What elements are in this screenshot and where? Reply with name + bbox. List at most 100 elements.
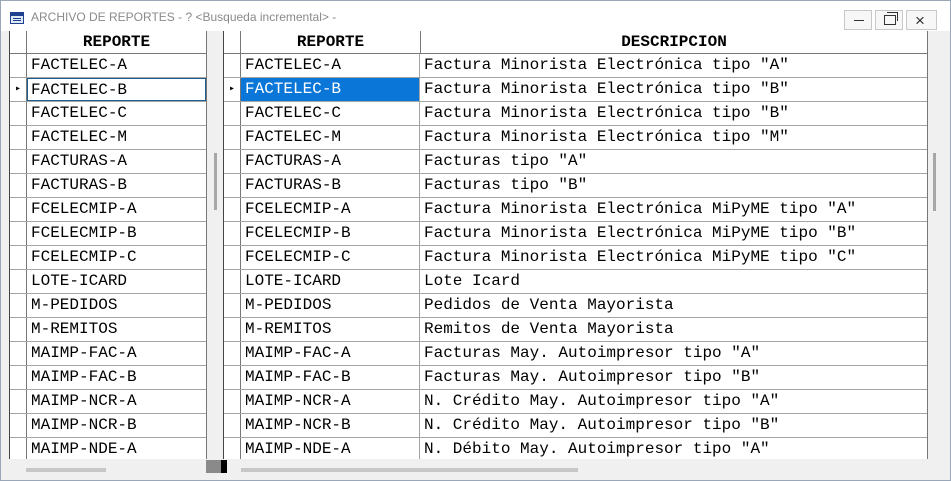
row-indicator[interactable] [224,366,241,389]
right-report-column-header[interactable]: REPORTE [241,31,421,54]
description-cell[interactable]: Factura Minorista Electrónica tipo "A" [420,54,927,77]
row-indicator[interactable] [10,150,27,173]
description-cell[interactable]: N. Crédito May. Autoimpresor tipo "A" [420,390,927,413]
right-table-row[interactable]: ▸ FACTELEC-B Factura Minorista Electrónica… [224,78,927,102]
report-code-cell[interactable]: MAIMP-NCR-B [241,414,420,437]
right-table-row[interactable]: M-PEDIDOS Pedidos de Venta Mayorista [224,294,927,318]
left-table-row[interactable]: FACTELEC-A [10,54,206,78]
row-indicator[interactable] [10,126,27,149]
right-table-row[interactable]: FACTURAS-B Facturas tipo "B" [224,174,927,198]
left-report-column-header[interactable]: REPORTE [27,31,206,54]
row-indicator[interactable] [10,222,27,245]
left-report-cell[interactable]: FCELECMIP-B [27,222,206,245]
right-table-row[interactable]: LOTE-ICARD Lote Icard [224,270,927,294]
left-report-grid[interactable]: REPORTE FACTELEC-A ▸ FACTELEC-B FACTELEC-C F… [9,31,207,459]
description-cell[interactable]: Factura Minorista Electrónica tipo "B" [420,102,927,125]
row-indicator[interactable] [224,246,241,269]
description-cell[interactable]: N. Débito May. Autoimpresor tipo "A" [420,438,927,459]
row-indicator[interactable] [224,438,241,459]
left-table-row[interactable]: FCELECMIP-B [10,222,206,246]
right-horizontal-scrollbar[interactable] [241,468,578,472]
right-table-row[interactable]: FCELECMIP-A Factura Minorista Electrónica… [224,198,927,222]
row-indicator[interactable] [10,294,27,317]
report-code-cell[interactable]: FCELECMIP-C [241,246,420,269]
row-indicator[interactable] [224,54,241,77]
description-cell[interactable]: Facturas May. Autoimpresor tipo "B" [420,366,927,389]
grid-splitter-handle[interactable] [206,460,222,473]
row-indicator[interactable] [224,318,241,341]
close-button[interactable]: × [906,10,937,30]
description-cell[interactable]: Facturas tipo "B" [420,174,927,197]
row-indicator[interactable] [10,318,27,341]
left-table-row[interactable]: FCELECMIP-A [10,198,206,222]
row-indicator[interactable] [10,414,27,437]
left-table-row[interactable]: LOTE-ICARD [10,270,206,294]
left-report-cell[interactable]: MAIMP-FAC-B [27,366,206,389]
right-table-row[interactable]: FCELECMIP-C Factura Minorista Electrónica… [224,246,927,270]
right-table-row[interactable]: FCELECMIP-B Factura Minorista Electrónica… [224,222,927,246]
row-indicator[interactable] [10,270,27,293]
report-code-cell[interactable]: MAIMP-NCR-A [241,390,420,413]
left-table-row[interactable]: FCELECMIP-C [10,246,206,270]
left-table-row[interactable]: ▸ FACTELEC-B [10,78,206,102]
right-table-row[interactable]: MAIMP-NDE-A N. Débito May. Autoimpresor t… [224,438,927,459]
right-table-row[interactable]: MAIMP-NCR-B N. Crédito May. Autoimpresor … [224,414,927,438]
row-indicator[interactable] [10,102,27,125]
left-report-cell[interactable]: FACTURAS-B [27,174,206,197]
row-indicator[interactable] [10,390,27,413]
right-table-row[interactable]: MAIMP-FAC-B Facturas May. Autoimpresor ti… [224,366,927,390]
row-indicator[interactable] [224,150,241,173]
left-table-row[interactable]: FACTELEC-C [10,102,206,126]
left-report-cell[interactable]: FCELECMIP-C [27,246,206,269]
report-code-cell[interactable]: FACTELEC-M [241,126,420,149]
row-indicator[interactable] [224,222,241,245]
row-indicator[interactable] [10,198,27,221]
row-indicator[interactable] [224,342,241,365]
left-table-row[interactable]: M-PEDIDOS [10,294,206,318]
left-report-cell[interactable]: MAIMP-NCR-B [27,414,206,437]
report-code-cell[interactable]: FCELECMIP-A [241,198,420,221]
report-code-cell[interactable]: FACTELEC-A [241,54,420,77]
right-table-row[interactable]: MAIMP-NCR-A N. Crédito May. Autoimpresor … [224,390,927,414]
row-indicator[interactable] [10,438,27,459]
description-cell[interactable]: Factura Minorista Electrónica MiPyME tip… [420,246,927,269]
row-indicator[interactable] [224,270,241,293]
left-report-cell[interactable]: MAIMP-NDE-A [27,438,206,459]
description-column-header[interactable]: DESCRIPCION [421,31,927,54]
report-code-cell[interactable]: MAIMP-FAC-B [241,366,420,389]
left-table-row[interactable]: MAIMP-NDE-A [10,438,206,459]
left-report-cell[interactable]: M-REMITOS [27,318,206,341]
left-table-row[interactable]: FACTELEC-M [10,126,206,150]
right-table-row[interactable]: FACTURAS-A Facturas tipo "A" [224,150,927,174]
description-cell[interactable]: Facturas tipo "A" [420,150,927,173]
left-table-row[interactable]: FACTURAS-A [10,150,206,174]
row-indicator[interactable] [224,198,241,221]
left-report-cell[interactable]: FACTELEC-B [27,78,206,101]
description-cell[interactable]: Facturas May. Autoimpresor tipo "A" [420,342,927,365]
right-table-row[interactable]: FACTELEC-A Factura Minorista Electrónica … [224,54,927,78]
right-table-row[interactable]: M-REMITOS Remitos de Venta Mayorista [224,318,927,342]
description-cell[interactable]: Pedidos de Venta Mayorista [420,294,927,317]
description-cell[interactable]: Remitos de Venta Mayorista [420,318,927,341]
report-code-cell[interactable]: M-REMITOS [241,318,420,341]
report-code-cell[interactable]: MAIMP-NDE-A [241,438,420,459]
report-code-cell[interactable]: FACTELEC-B [241,78,420,101]
right-vertical-scroll-thumb[interactable] [933,153,936,211]
row-indicator[interactable] [224,414,241,437]
grid-splitter-marker[interactable] [221,460,227,473]
report-code-cell[interactable]: FACTELEC-C [241,102,420,125]
row-indicator[interactable] [224,294,241,317]
title-bar[interactable]: ARCHIVO DE REPORTES - ? <Busqueda increm… [1,1,950,31]
row-indicator[interactable]: ▸ [224,78,241,101]
left-report-cell[interactable]: FCELECMIP-A [27,198,206,221]
row-indicator[interactable]: ▸ [10,78,27,101]
left-table-row[interactable]: FACTURAS-B [10,174,206,198]
description-cell[interactable]: Factura Minorista Electrónica tipo "B" [420,78,927,101]
row-indicator[interactable] [10,54,27,77]
left-report-cell[interactable]: FACTELEC-M [27,126,206,149]
left-vertical-scroll-thumb[interactable] [214,153,217,210]
description-cell[interactable]: Factura Minorista Electrónica tipo "M" [420,126,927,149]
row-indicator[interactable] [224,126,241,149]
minimize-button[interactable] [844,10,872,30]
left-report-cell[interactable]: FACTELEC-C [27,102,206,125]
